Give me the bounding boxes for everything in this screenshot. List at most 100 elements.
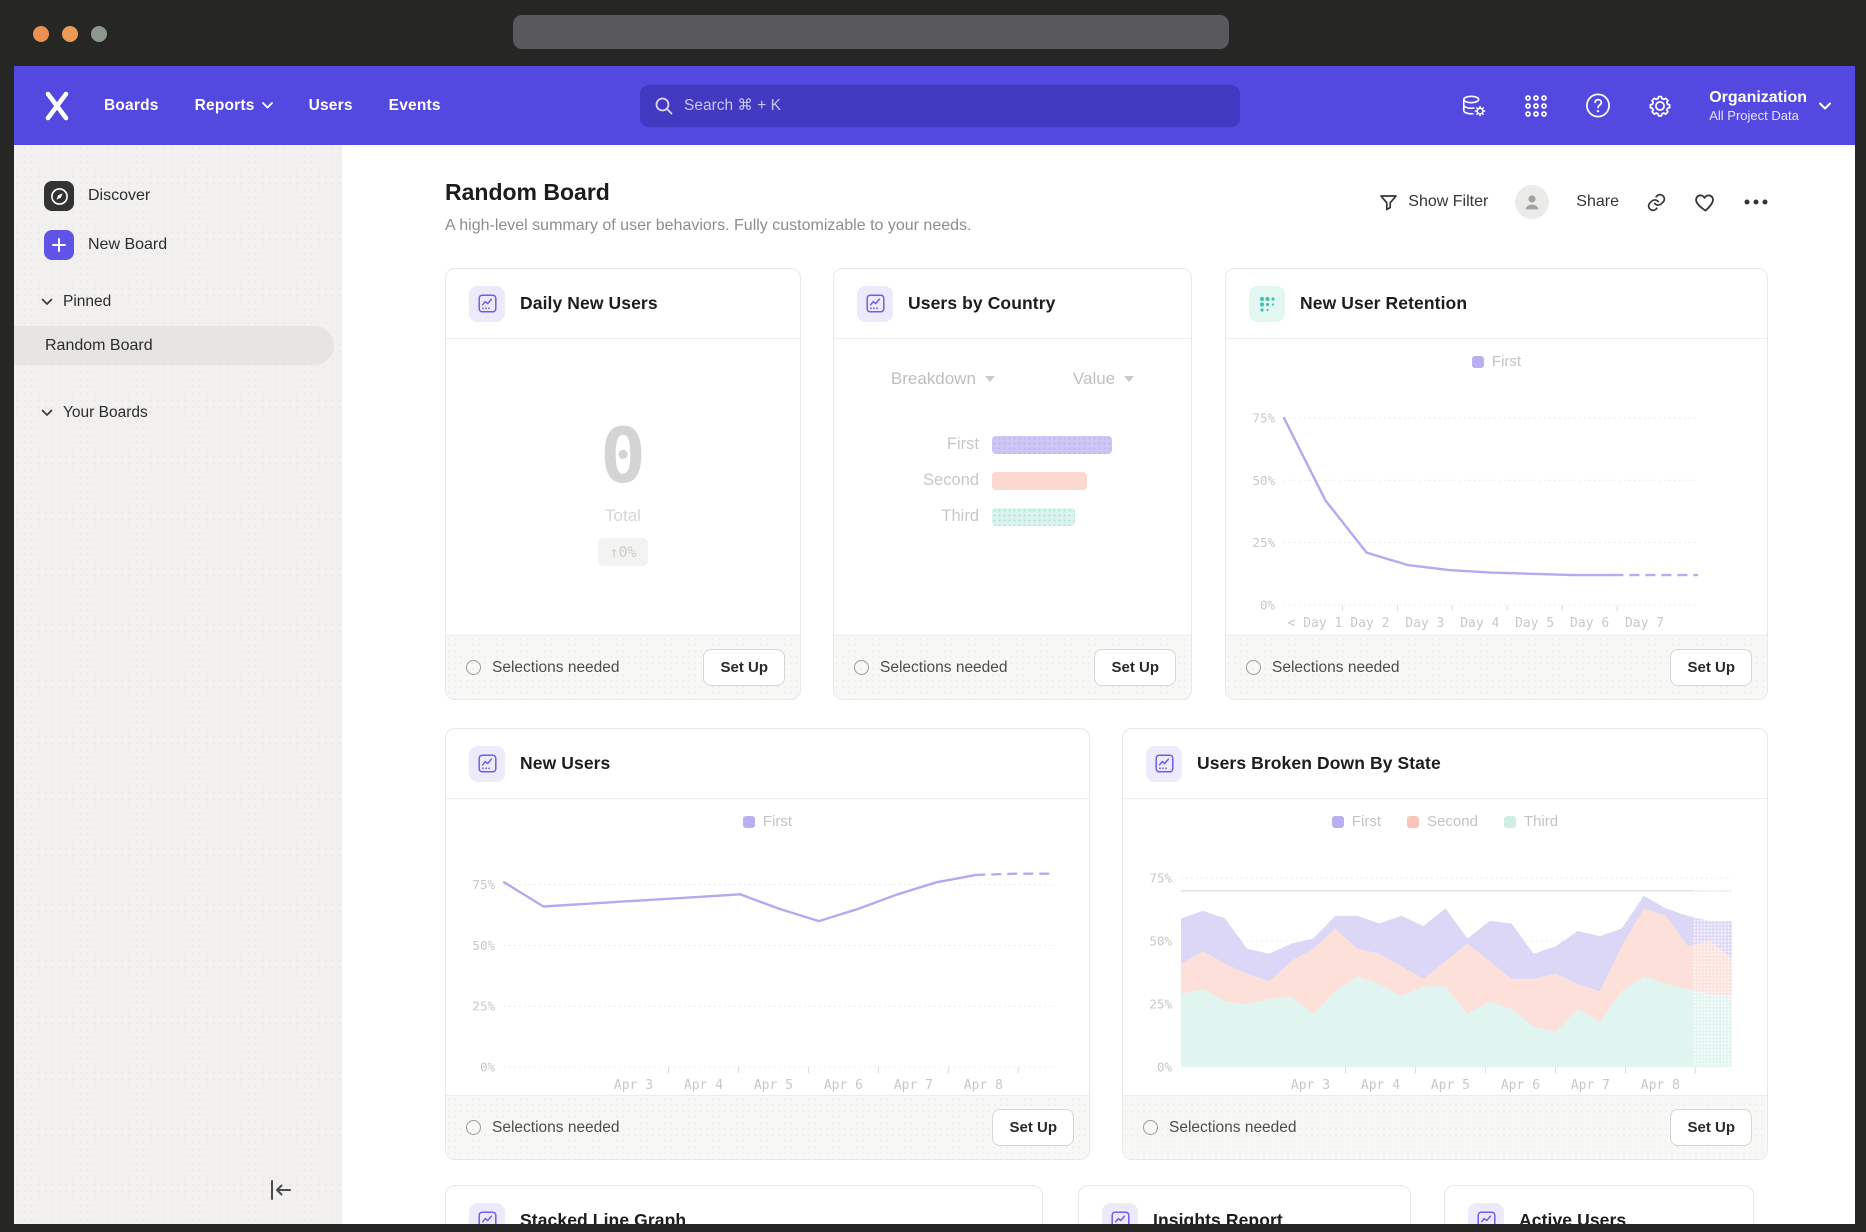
legend-label: Third (1524, 813, 1558, 830)
bar-row: Second (834, 471, 1191, 490)
share-label: Share (1576, 193, 1619, 211)
status-text: Selections needed (1169, 1119, 1297, 1137)
card-title: Users Broken Down By State (1197, 753, 1441, 774)
copy-link-button[interactable] (1646, 192, 1667, 213)
insights-chart-icon (1468, 1203, 1504, 1225)
status-circle-icon (1246, 660, 1261, 675)
org-name: Organization (1709, 88, 1807, 108)
setup-button[interactable]: Set Up (992, 1109, 1074, 1146)
insights-chart-icon (857, 286, 893, 322)
sidebar-section-label: Your Boards (63, 404, 148, 422)
help-icon[interactable] (1585, 93, 1611, 119)
chevron-down-icon (41, 409, 53, 417)
nav-item-events[interactable]: Events (389, 97, 441, 115)
legend-swatch (1407, 816, 1419, 828)
avatar[interactable] (1515, 185, 1549, 219)
x-axis-tick-label: Apr 7 (894, 1078, 933, 1093)
nav-item-reports[interactable]: Reports (195, 97, 273, 115)
legend-label: First (1352, 813, 1381, 830)
x-axis-tick-label: Apr 4 (1361, 1078, 1400, 1093)
page-title: Random Board (445, 179, 610, 206)
x-axis-tick-label: Apr 5 (1431, 1078, 1470, 1093)
bar-second (992, 472, 1087, 490)
person-icon (1522, 192, 1542, 212)
x-axis-tick-label: Apr 3 (1291, 1078, 1330, 1093)
sidebar-item-label: Discover (88, 187, 150, 205)
window-titlebar (0, 0, 1866, 66)
more-options-button[interactable] (1744, 199, 1768, 205)
status-circle-icon (466, 1120, 481, 1135)
setup-button[interactable]: Set Up (1670, 1109, 1752, 1146)
card-body: First 75%50%25%0%< Day 1Day 2Day 3Day 4D… (1226, 339, 1767, 635)
card-header: Users by Country (834, 269, 1191, 339)
y-axis-tick-label: 25% (1149, 997, 1172, 1012)
chevron-down-icon (262, 102, 273, 109)
card-header: New Users (446, 729, 1089, 799)
favorite-button[interactable] (1694, 192, 1717, 213)
sidebar-section-label: Pinned (63, 293, 111, 311)
data-management-icon[interactable] (1461, 93, 1487, 119)
chevron-down-icon (41, 298, 53, 306)
x-axis-tick-label: Apr 3 (614, 1078, 653, 1093)
card-body: First 75%50%25%0%Apr 3Apr 4Apr 5Apr 6Apr… (446, 799, 1089, 1095)
nav-item-boards[interactable]: Boards (104, 97, 159, 115)
heart-icon (1694, 192, 1717, 213)
card-new-users: New Users First 75%50%25%0%Apr 3Apr 4Apr… (445, 728, 1090, 1160)
setup-button[interactable]: Set Up (1670, 649, 1752, 686)
y-axis-tick-label: 50% (1252, 473, 1275, 488)
share-button[interactable]: Share (1576, 193, 1619, 211)
x-axis-tick-label: Day 5 (1515, 616, 1554, 631)
mixpanel-logo-icon[interactable] (40, 89, 74, 123)
filter-funnel-icon (1379, 193, 1398, 212)
bar-first (992, 436, 1112, 454)
apps-grid-icon[interactable] (1523, 93, 1549, 119)
legend-item: Third (1504, 813, 1558, 830)
window-close-button[interactable] (33, 26, 49, 42)
card-header: Stacked Line Graph (446, 1186, 1042, 1224)
y-axis-tick-label: 75% (472, 877, 495, 892)
sidebar-collapse-icon[interactable] (266, 1178, 294, 1202)
y-axis-tick-label: 50% (472, 938, 495, 953)
search-icon (654, 96, 674, 116)
window-zoom-button[interactable] (91, 26, 107, 42)
plus-icon (44, 230, 74, 260)
retention-grid-icon (1249, 286, 1285, 322)
sidebar-section-your-boards[interactable]: Your Boards (41, 404, 148, 422)
card-header: Users Broken Down By State (1123, 729, 1767, 799)
setup-button[interactable]: Set Up (703, 649, 785, 686)
status-text: Selections needed (492, 1119, 620, 1137)
y-axis-tick-label: 75% (1149, 871, 1172, 886)
page-subtitle: A high-level summary of user behaviors. … (445, 217, 971, 235)
insights-chart-icon (469, 1203, 505, 1225)
breakdown-dropdown[interactable]: Breakdown (891, 369, 995, 389)
status-text: Selections needed (880, 659, 1008, 677)
card-title: Stacked Line Graph (520, 1210, 686, 1224)
value-dropdown[interactable]: Value (1073, 369, 1134, 389)
setup-button[interactable]: Set Up (1094, 649, 1176, 686)
nav-item-users[interactable]: Users (309, 97, 353, 115)
show-filter-button[interactable]: Show Filter (1379, 193, 1488, 212)
app-window: Boards Reports Users Events (14, 66, 1855, 1224)
org-switcher[interactable]: Organization All Project Data (1709, 88, 1831, 123)
insights-chart-icon (1102, 1203, 1138, 1225)
y-axis-tick-label: 25% (472, 999, 495, 1014)
sidebar-section-pinned[interactable]: Pinned (41, 293, 111, 311)
org-project: All Project Data (1709, 108, 1807, 123)
status-text: Selections needed (492, 659, 620, 677)
sidebar-item-new-board[interactable]: New Board (44, 230, 167, 260)
bar-row: Third (834, 507, 1191, 526)
search-input[interactable] (640, 85, 1240, 127)
sidebar-item-random-board[interactable]: Random Board (14, 326, 334, 365)
legend-swatch (1472, 356, 1484, 368)
sidebar-item-discover[interactable]: Discover (44, 181, 150, 211)
ellipsis-icon (1744, 199, 1768, 205)
compass-icon (44, 181, 74, 211)
card-body: FirstSecondThird 75%50%25%0%Apr 3Apr 4Ap… (1123, 799, 1767, 1095)
settings-gear-icon[interactable] (1647, 93, 1673, 119)
card-header: New User Retention (1226, 269, 1767, 339)
dropdown-label: Value (1073, 369, 1115, 389)
y-axis-tick-label: 50% (1149, 934, 1172, 949)
legend-item: First (1332, 813, 1381, 830)
browser-address-bar[interactable] (513, 15, 1229, 49)
window-minimize-button[interactable] (62, 26, 78, 42)
